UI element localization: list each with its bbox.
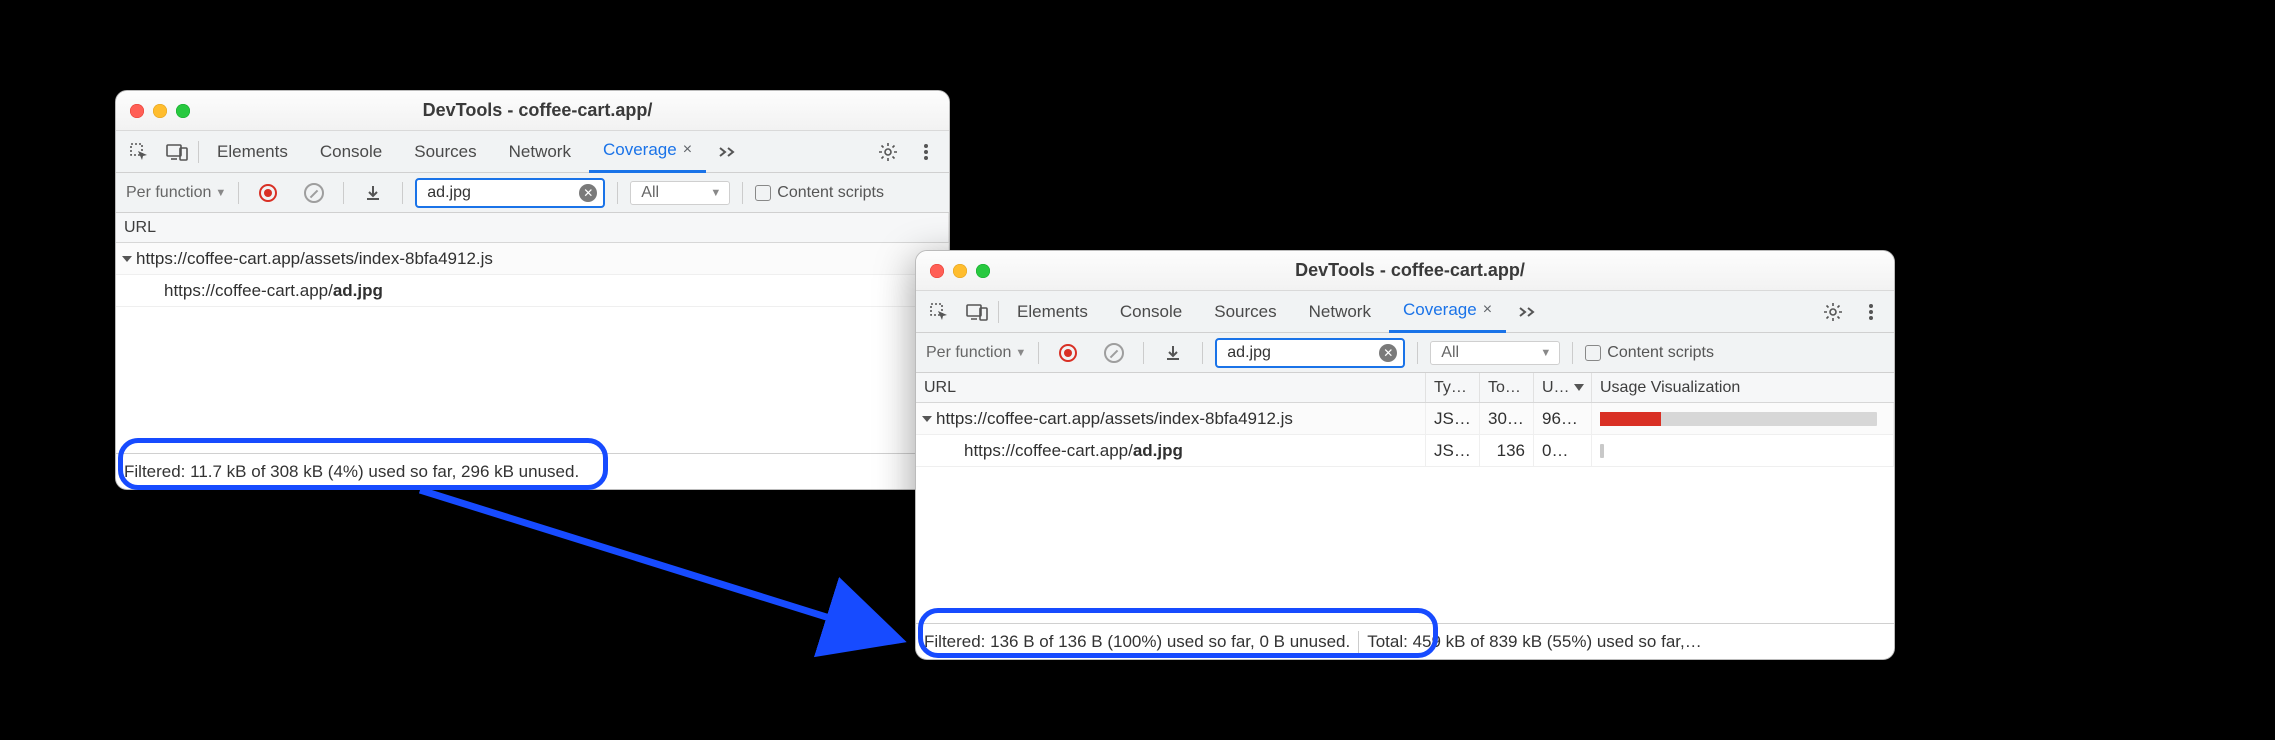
- disclosure-triangle-icon[interactable]: [922, 416, 932, 422]
- usage-bar: [1592, 435, 1894, 466]
- column-url[interactable]: URL: [916, 373, 1426, 402]
- close-window-button[interactable]: [130, 104, 144, 118]
- coverage-table-header: URL: [116, 213, 949, 243]
- more-tabs-icon[interactable]: [710, 135, 744, 169]
- close-tab-icon[interactable]: ×: [683, 141, 692, 159]
- devtools-tabstrip: Elements Console Sources Network Coverag…: [116, 131, 949, 173]
- window-titlebar: DevTools - coffee-cart.app/: [116, 91, 949, 131]
- device-toolbar-icon[interactable]: [960, 295, 994, 329]
- window-title: DevTools - coffee-cart.app/: [198, 100, 877, 121]
- status-filtered: Filtered: 11.7 kB of 308 kB (4%) used so…: [116, 454, 587, 489]
- status-filtered: Filtered: 136 B of 136 B (100%) used so …: [916, 624, 1358, 659]
- coverage-toolbar: Per function▼ ad.jpg ✕ All▼ Content scri…: [916, 333, 1894, 373]
- url-filter-value: ad.jpg: [427, 184, 573, 202]
- clear-button[interactable]: [297, 176, 331, 210]
- table-row[interactable]: https://coffee-cart.app/ad.jpg JS… 136 0…: [916, 435, 1894, 467]
- tab-console[interactable]: Console: [306, 131, 396, 173]
- url-filter-input[interactable]: ad.jpg ✕: [1215, 338, 1405, 368]
- device-toolbar-icon[interactable]: [160, 135, 194, 169]
- status-total: Total: 459 kB of 839 kB (55%) used so fa…: [1359, 624, 1710, 659]
- checkbox-icon[interactable]: [755, 185, 771, 201]
- tab-network[interactable]: Network: [495, 131, 585, 173]
- usage-bar: [1592, 403, 1894, 434]
- checkbox-icon[interactable]: [1585, 345, 1601, 361]
- tab-elements[interactable]: Elements: [203, 131, 302, 173]
- tab-console[interactable]: Console: [1106, 291, 1196, 333]
- clear-filter-icon[interactable]: ✕: [579, 184, 597, 202]
- url-filter-value: ad.jpg: [1227, 344, 1373, 362]
- type-filter-select[interactable]: All▼: [630, 181, 730, 205]
- clear-button[interactable]: [1097, 336, 1131, 370]
- window-controls: [130, 104, 190, 118]
- sort-desc-icon: [1574, 384, 1584, 391]
- settings-icon[interactable]: [1816, 295, 1850, 329]
- zoom-window-button[interactable]: [176, 104, 190, 118]
- devtools-tabstrip: Elements Console Sources Network Coverag…: [916, 291, 1894, 333]
- tab-sources[interactable]: Sources: [400, 131, 490, 173]
- tab-coverage[interactable]: Coverage ×: [1389, 291, 1506, 333]
- window-title: DevTools - coffee-cart.app/: [998, 260, 1822, 281]
- record-button[interactable]: [251, 176, 285, 210]
- coverage-table: https://coffee-cart.app/assets/index-8bf…: [916, 403, 1894, 467]
- minimize-window-button[interactable]: [953, 264, 967, 278]
- granularity-select[interactable]: Per function▼: [126, 184, 226, 202]
- close-tab-icon[interactable]: ×: [1483, 301, 1492, 319]
- coverage-status-bar: Filtered: 11.7 kB of 308 kB (4%) used so…: [116, 453, 949, 489]
- kebab-menu-icon[interactable]: [1854, 295, 1888, 329]
- coverage-table-header: URL Ty… To… U… Usage Visualization: [916, 373, 1894, 403]
- clear-filter-icon[interactable]: ✕: [1379, 344, 1397, 362]
- column-unused[interactable]: U…: [1534, 373, 1592, 402]
- inspect-element-icon[interactable]: [122, 135, 156, 169]
- more-tabs-icon[interactable]: [1510, 295, 1544, 329]
- type-filter-select[interactable]: All▼: [1430, 341, 1560, 365]
- tab-elements[interactable]: Elements: [1003, 291, 1102, 333]
- column-url[interactable]: URL: [116, 213, 949, 242]
- settings-icon[interactable]: [871, 135, 905, 169]
- tab-coverage[interactable]: Coverage ×: [589, 131, 706, 173]
- url-filter-input[interactable]: ad.jpg ✕: [415, 178, 605, 208]
- coverage-toolbar: Per function▼ ad.jpg ✕ All▼ Content scri…: [116, 173, 949, 213]
- annotation-arrow-icon: [400, 470, 940, 670]
- zoom-window-button[interactable]: [976, 264, 990, 278]
- table-row[interactable]: https://coffee-cart.app/assets/index-8bf…: [116, 243, 949, 275]
- column-total[interactable]: To…: [1480, 373, 1534, 402]
- content-scripts-toggle[interactable]: Content scripts: [755, 184, 884, 202]
- coverage-table: https://coffee-cart.app/assets/index-8bf…: [116, 243, 949, 307]
- inspect-element-icon[interactable]: [922, 295, 956, 329]
- window-controls: [930, 264, 990, 278]
- kebab-menu-icon[interactable]: [909, 135, 943, 169]
- export-icon[interactable]: [1156, 336, 1190, 370]
- tab-sources[interactable]: Sources: [1200, 291, 1290, 333]
- close-window-button[interactable]: [930, 264, 944, 278]
- granularity-select[interactable]: Per function▼: [926, 344, 1026, 362]
- column-type[interactable]: Ty…: [1426, 373, 1480, 402]
- content-scripts-toggle[interactable]: Content scripts: [1585, 344, 1714, 362]
- table-row[interactable]: https://coffee-cart.app/ad.jpg: [116, 275, 949, 307]
- table-row[interactable]: https://coffee-cart.app/assets/index-8bf…: [916, 403, 1894, 435]
- export-icon[interactable]: [356, 176, 390, 210]
- coverage-status-bar: Filtered: 136 B of 136 B (100%) used so …: [916, 623, 1894, 659]
- column-visualization[interactable]: Usage Visualization: [1592, 373, 1894, 402]
- tab-network[interactable]: Network: [1295, 291, 1385, 333]
- window-titlebar: DevTools - coffee-cart.app/: [916, 251, 1894, 291]
- disclosure-triangle-icon[interactable]: [122, 256, 132, 262]
- minimize-window-button[interactable]: [153, 104, 167, 118]
- record-button[interactable]: [1051, 336, 1085, 370]
